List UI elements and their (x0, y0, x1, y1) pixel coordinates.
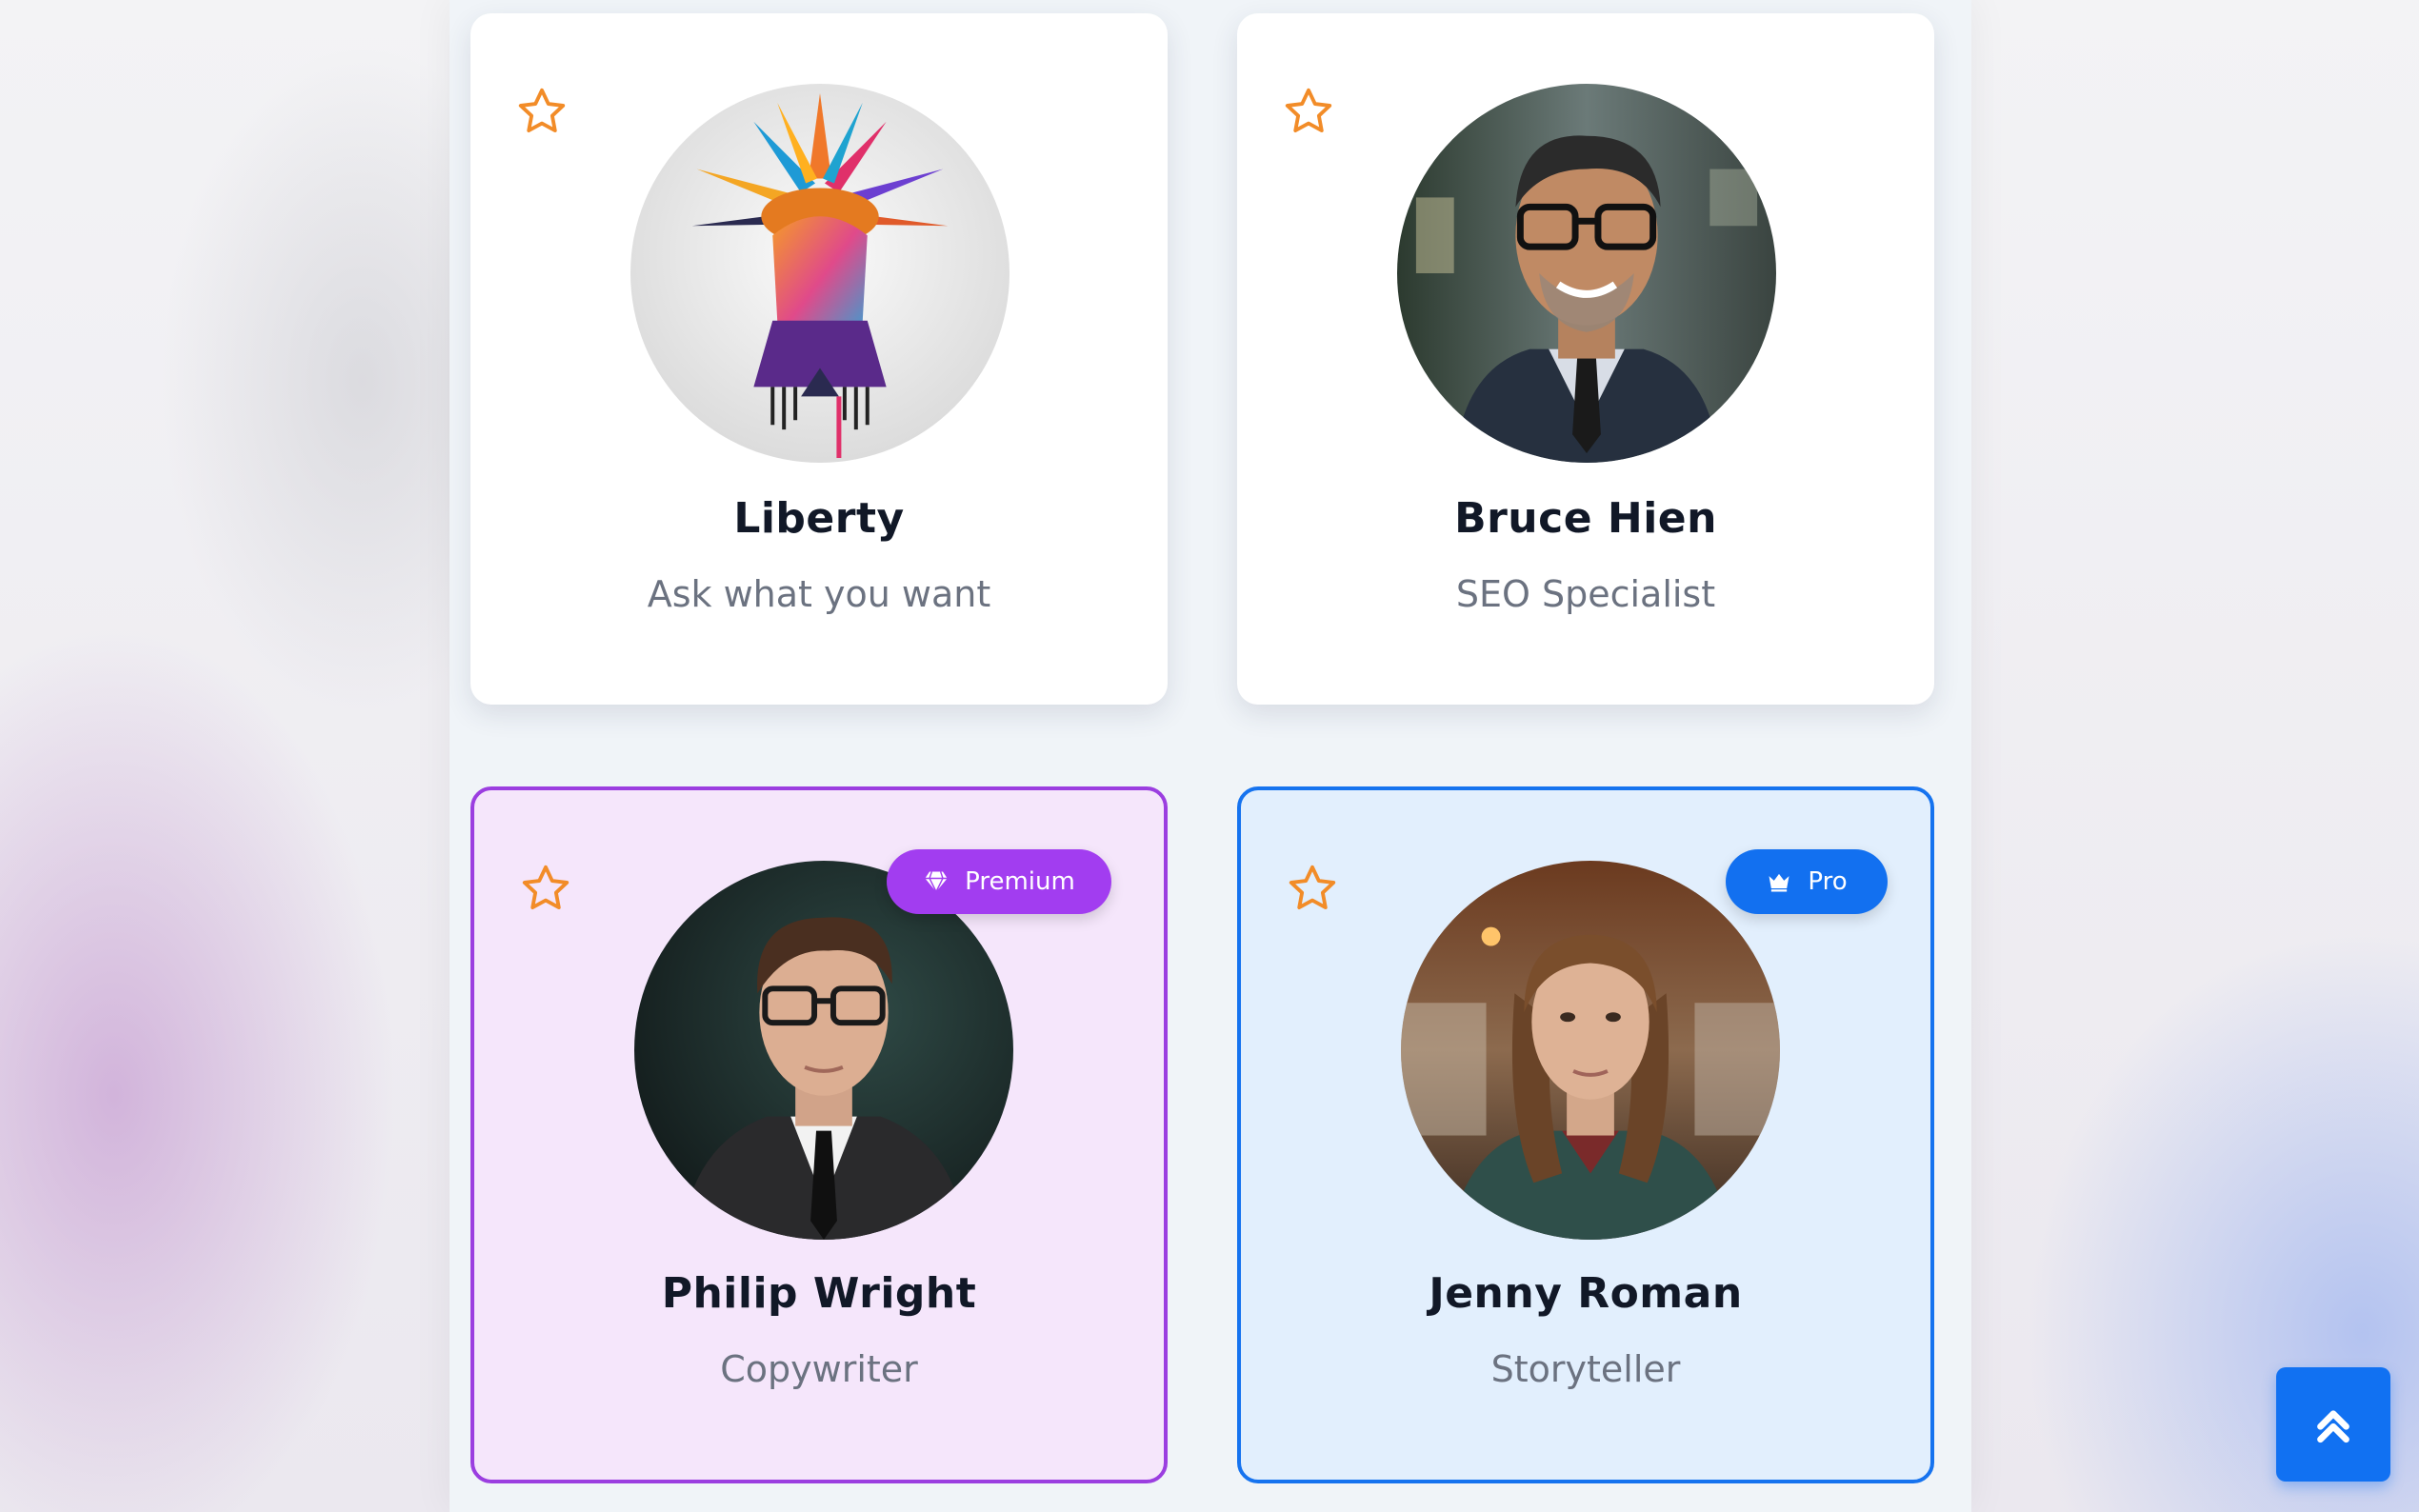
badge-label: Pro (1808, 867, 1848, 896)
crown-icon (1766, 868, 1792, 895)
avatar-bruce-hien (1397, 84, 1776, 463)
favorite-star-icon[interactable] (514, 84, 570, 139)
assistant-name: Philip Wright (661, 1269, 977, 1318)
pro-badge: Pro (1726, 849, 1888, 914)
double-chevron-up-icon (2308, 1399, 2359, 1450)
diamond-icon (923, 868, 950, 895)
assistant-role: Copywriter (720, 1348, 918, 1390)
assistant-name: Jenny Roman (1429, 1269, 1743, 1318)
avatar-jenny-roman (1401, 861, 1780, 1240)
favorite-star-icon[interactable] (1281, 84, 1336, 139)
assistant-role: Storyteller (1490, 1348, 1681, 1390)
assistant-role: SEO Specialist (1455, 573, 1716, 615)
assistant-card-philip-wright[interactable]: Premium Philip Wright Copywriter (470, 786, 1168, 1483)
avatar-philip-wright (634, 861, 1013, 1240)
assistant-name: Liberty (733, 494, 905, 543)
assistant-card-jenny-roman[interactable]: Pro Jenny Roman Storyteller (1237, 786, 1934, 1483)
assistant-role: Ask what you want (647, 573, 991, 615)
premium-badge: Premium (887, 849, 1111, 914)
assistant-card-liberty[interactable]: Liberty Ask what you want (470, 13, 1168, 705)
avatar-liberty (630, 84, 1010, 463)
favorite-star-icon[interactable] (518, 861, 573, 916)
assistant-name: Bruce Hien (1454, 494, 1717, 543)
assistant-gallery: Liberty Ask what you want Bruce Hien SEO… (450, 0, 2390, 1512)
badge-label: Premium (965, 867, 1075, 896)
favorite-star-icon[interactable] (1285, 861, 1340, 916)
assistant-card-bruce-hien[interactable]: Bruce Hien SEO Specialist (1237, 13, 1934, 705)
scroll-to-top-button[interactable] (2276, 1367, 2390, 1482)
